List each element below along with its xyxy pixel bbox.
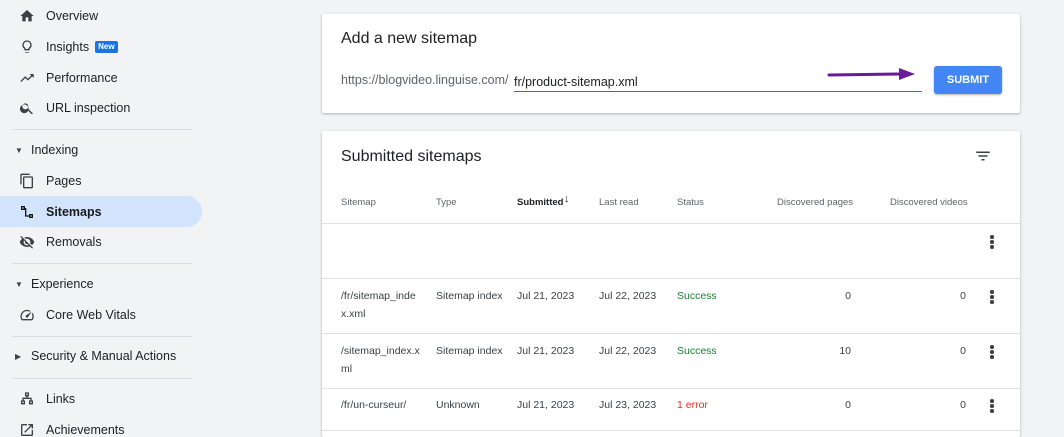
row-divider bbox=[322, 223, 1020, 224]
sidebar-item-sitemaps[interactable]: Sitemaps bbox=[0, 196, 202, 227]
sidebar-item-label: Pages bbox=[46, 173, 82, 188]
column-header-type[interactable]: Type bbox=[436, 197, 457, 208]
cell-sitemap: /fr/un-curseur/ bbox=[341, 399, 407, 411]
sidebar-divider bbox=[12, 378, 192, 379]
row-divider bbox=[322, 333, 1020, 334]
section-label: Indexing bbox=[31, 143, 79, 157]
more-vert-icon[interactable] bbox=[989, 235, 995, 251]
cell-last-read: Jul 22, 2023 bbox=[599, 290, 657, 302]
cell-discovered-pages: 10 bbox=[839, 345, 851, 357]
section-label: Security & Manual Actions bbox=[31, 349, 177, 363]
arrow-annotation-icon bbox=[827, 68, 915, 80]
sidebar-item-overview[interactable]: Overview bbox=[0, 0, 202, 31]
sidebar-item-removals[interactable]: Removals bbox=[0, 226, 202, 257]
sidebar-section-security[interactable]: ▶ Security & Manual Actions bbox=[0, 344, 202, 368]
cell-type: Sitemap index bbox=[436, 345, 503, 357]
cell-last-read: Jul 23, 2023 bbox=[599, 399, 657, 411]
row-divider bbox=[322, 388, 1020, 389]
caret-down-icon: ▼ bbox=[15, 279, 23, 289]
column-header-submitted[interactable]: Submitted bbox=[517, 197, 563, 208]
caret-right-icon: ▶ bbox=[15, 351, 22, 361]
sidebar-item-links[interactable]: Links bbox=[0, 383, 202, 414]
cell-submitted: Jul 21, 2023 bbox=[517, 399, 575, 411]
sidebar-item-label: Sitemaps bbox=[46, 204, 102, 219]
cell-discovered-videos: 0 bbox=[960, 399, 966, 411]
sitemap-icon bbox=[19, 204, 35, 220]
sort-down-icon[interactable]: ↓ bbox=[564, 193, 570, 205]
row-divider bbox=[322, 430, 1020, 431]
trending-up-icon bbox=[19, 70, 35, 86]
cell-discovered-pages: 0 bbox=[845, 399, 851, 411]
cell-type: Unknown bbox=[436, 399, 480, 411]
more-vert-icon[interactable] bbox=[989, 345, 995, 361]
column-header-sitemap[interactable]: Sitemap bbox=[341, 197, 376, 208]
sidebar-item-achievements[interactable]: Achievements bbox=[0, 414, 202, 437]
column-header-discovered-videos[interactable]: Discovered videos bbox=[890, 197, 968, 208]
caret-down-icon: ▼ bbox=[15, 145, 23, 155]
more-vert-icon[interactable] bbox=[989, 399, 995, 415]
lightbulb-icon bbox=[19, 39, 35, 55]
sidebar-item-label: Overview bbox=[46, 8, 99, 23]
sidebar-item-label: Removals bbox=[46, 234, 102, 249]
search-icon bbox=[19, 100, 35, 116]
sidebar: Overview Insights New Performance URL in… bbox=[0, 0, 215, 437]
sidebar-item-pages[interactable]: Pages bbox=[0, 165, 202, 196]
column-header-discovered-pages[interactable]: Discovered pages bbox=[777, 197, 853, 208]
cell-sitemap-line: /fr/sitemap_inde bbox=[341, 290, 416, 302]
submitted-sitemaps-card: Submitted sitemaps Sitemap Type Submitte… bbox=[322, 131, 1020, 437]
sidebar-item-insights[interactable]: Insights New bbox=[0, 31, 202, 62]
sidebar-item-label: Insights bbox=[46, 39, 90, 54]
section-label: Experience bbox=[31, 277, 94, 291]
cell-status: 1 error bbox=[677, 399, 708, 411]
row-divider bbox=[322, 278, 1020, 279]
sidebar-section-indexing[interactable]: ▼ Indexing bbox=[0, 138, 202, 162]
sidebar-section-experience[interactable]: ▼ Experience bbox=[0, 272, 202, 296]
column-header-status[interactable]: Status bbox=[677, 197, 704, 208]
cell-type: Sitemap index bbox=[436, 290, 503, 302]
cell-discovered-videos: 0 bbox=[960, 345, 966, 357]
sidebar-item-performance[interactable]: Performance bbox=[0, 62, 202, 93]
cell-sitemap-line: /sitemap_index.x bbox=[341, 345, 420, 357]
cell-sitemap-line: x.xml bbox=[341, 308, 366, 320]
new-badge: New bbox=[95, 40, 118, 53]
sidebar-item-label: Links bbox=[46, 391, 76, 406]
eye-off-icon bbox=[19, 234, 35, 250]
submit-button[interactable]: SUBMIT bbox=[934, 66, 1002, 94]
sidebar-item-label: Performance bbox=[46, 70, 118, 85]
sidebar-divider bbox=[12, 263, 192, 264]
pages-icon bbox=[19, 173, 35, 189]
home-icon bbox=[19, 8, 35, 24]
cell-sitemap-line: ml bbox=[341, 363, 353, 375]
filter-icon[interactable] bbox=[974, 147, 992, 165]
sidebar-item-core-web-vitals[interactable]: Core Web Vitals bbox=[0, 299, 202, 330]
column-header-last-read[interactable]: Last read bbox=[599, 197, 639, 208]
cell-sitemap: /fr/sitemap_inde x.xml bbox=[341, 287, 416, 323]
add-sitemap-title: Add a new sitemap bbox=[341, 30, 478, 47]
sidebar-divider bbox=[12, 336, 192, 337]
cell-sitemap: /sitemap_index.x ml bbox=[341, 342, 420, 378]
url-prefix: https://blogvideo.linguise.com/ bbox=[341, 73, 509, 87]
add-sitemap-card: Add a new sitemap https://blogvideo.ling… bbox=[322, 14, 1020, 113]
cell-status: Success bbox=[677, 290, 717, 302]
cell-status: Success bbox=[677, 345, 717, 357]
cell-discovered-videos: 0 bbox=[960, 290, 966, 302]
cell-submitted: Jul 21, 2023 bbox=[517, 290, 575, 302]
sidebar-item-url-inspection[interactable]: URL inspection bbox=[0, 92, 202, 123]
links-icon bbox=[19, 391, 35, 407]
submitted-sitemaps-title: Submitted sitemaps bbox=[341, 148, 482, 165]
cell-last-read: Jul 22, 2023 bbox=[599, 345, 657, 357]
sidebar-item-label: URL inspection bbox=[46, 100, 131, 115]
speedometer-icon bbox=[19, 307, 35, 323]
sidebar-item-label: Core Web Vitals bbox=[46, 307, 136, 322]
more-vert-icon[interactable] bbox=[989, 290, 995, 306]
cell-discovered-pages: 0 bbox=[845, 290, 851, 302]
cell-submitted: Jul 21, 2023 bbox=[517, 345, 575, 357]
sidebar-item-label: Achievements bbox=[46, 422, 125, 437]
sidebar-divider bbox=[12, 129, 192, 130]
external-link-icon bbox=[19, 422, 35, 437]
